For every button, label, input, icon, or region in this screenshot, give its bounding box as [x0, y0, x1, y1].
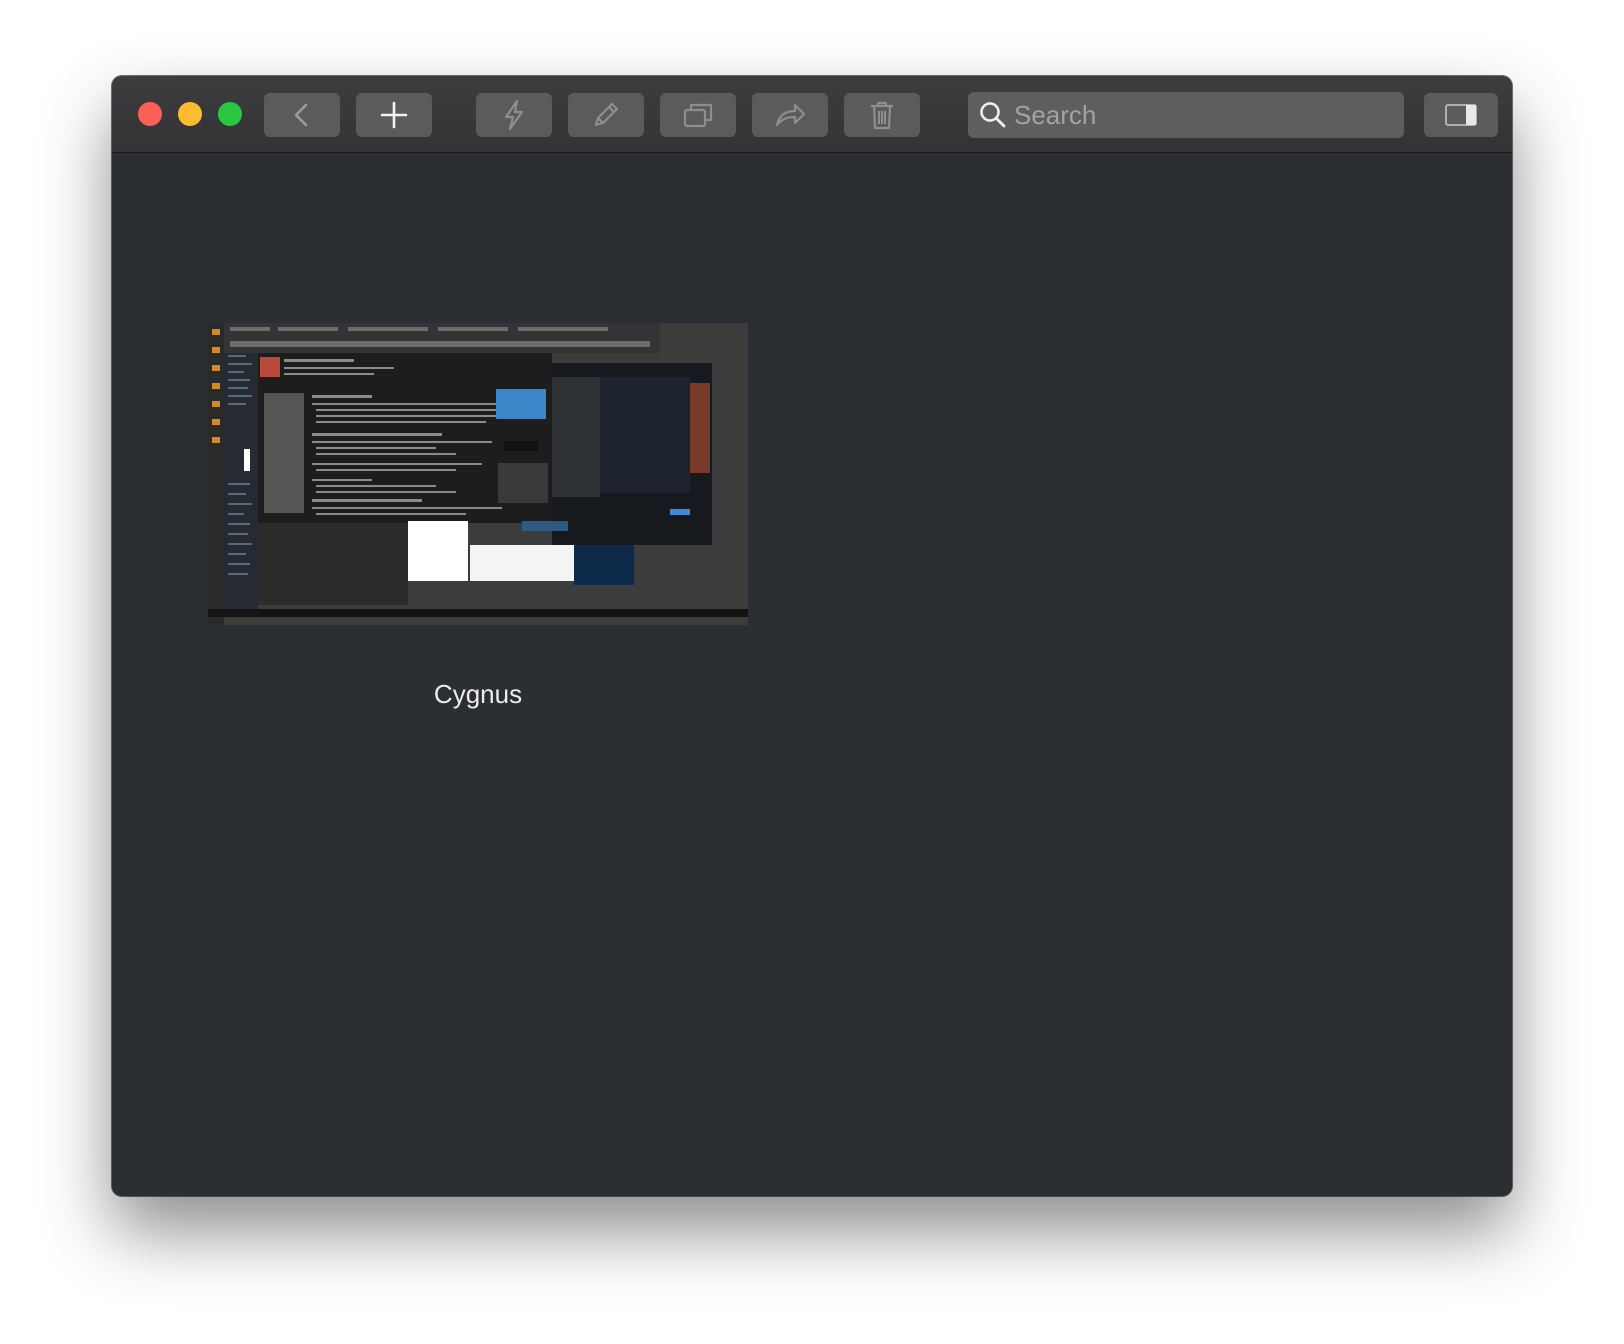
quick-action-button[interactable] — [476, 93, 552, 137]
content-area: Cygnus — [112, 153, 1512, 1196]
sidebar-toggle-button[interactable] — [1424, 93, 1498, 137]
search-input[interactable] — [1014, 99, 1394, 131]
back-button[interactable] — [264, 93, 340, 137]
toolbar — [112, 76, 1512, 153]
chevron-left-icon — [294, 103, 308, 127]
trash-icon — [871, 101, 893, 130]
item-thumbnail[interactable] — [208, 323, 748, 625]
app-window: Cygnus — [112, 76, 1512, 1196]
close-window-button[interactable] — [138, 102, 162, 126]
search-icon — [980, 102, 1006, 128]
lightning-icon — [504, 99, 524, 131]
desktop-screenshot-thumbnail — [208, 323, 748, 625]
add-button[interactable] — [356, 93, 432, 137]
item-card[interactable]: Cygnus — [208, 323, 748, 709]
share-arrow-icon — [775, 103, 806, 127]
item-title[interactable]: Cygnus — [208, 679, 748, 710]
windows-icon — [683, 103, 713, 128]
pencil-icon — [594, 102, 619, 127]
sidebar-toggle-icon — [1445, 104, 1477, 126]
duplicate-button[interactable] — [660, 93, 736, 137]
delete-button[interactable] — [844, 93, 920, 137]
plus-icon — [380, 101, 408, 129]
search-field[interactable] — [968, 92, 1404, 138]
edit-button[interactable] — [568, 93, 644, 137]
share-button[interactable] — [752, 93, 828, 137]
zoom-window-button[interactable] — [218, 102, 242, 126]
minimize-window-button[interactable] — [178, 102, 202, 126]
